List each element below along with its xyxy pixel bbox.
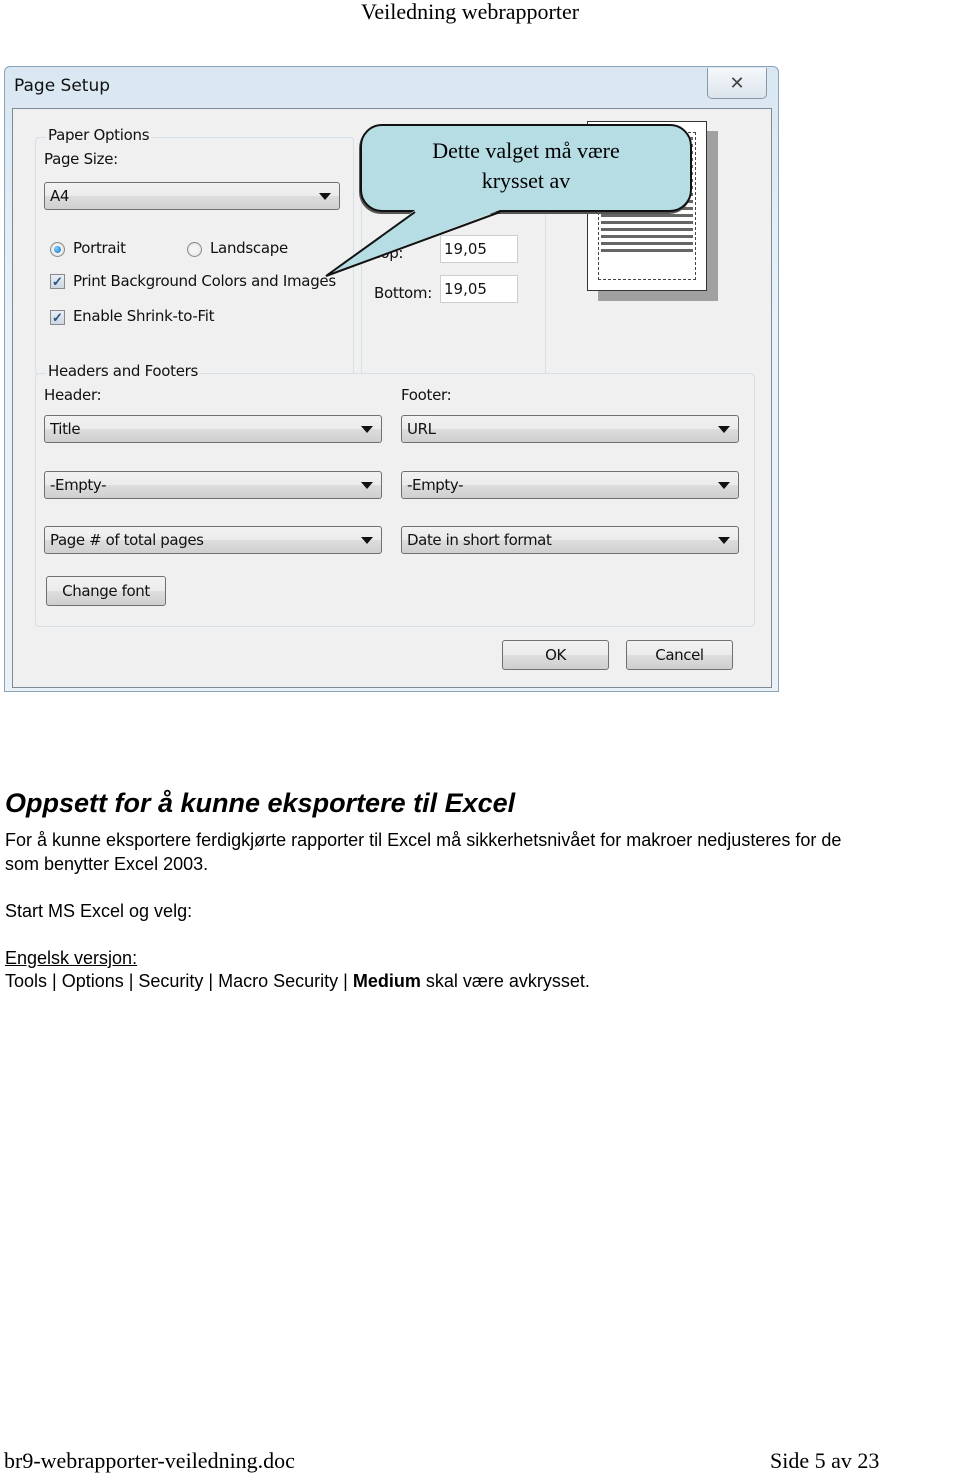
- footer-select-2-value: -Empty-: [407, 476, 464, 494]
- top-margin-input[interactable]: [440, 235, 518, 263]
- headers-footers-group: Headers and Footers Header: Footer: Titl…: [35, 362, 755, 627]
- portrait-label: Portrait: [73, 239, 126, 257]
- chevron-down-icon: [718, 482, 730, 489]
- dialog-title: Page Setup: [14, 76, 111, 96]
- paragraph-1-line-2: som benytter Excel 2003.: [5, 854, 209, 874]
- callout-line-2: krysset av: [481, 168, 571, 193]
- header-select-2-value: -Empty-: [50, 476, 107, 494]
- page-size-value: A4: [50, 187, 70, 205]
- landscape-label: Landscape: [210, 239, 288, 257]
- header-select-3[interactable]: Page # of total pages: [44, 526, 382, 554]
- checkmark-icon: ✓: [52, 310, 63, 325]
- paper-options-group: Paper Options Page Size: A4 Portrait Lan…: [35, 126, 354, 375]
- ok-button[interactable]: OK: [502, 640, 609, 670]
- menu-path-bold: Medium: [352, 971, 421, 991]
- portrait-radio[interactable]: [50, 242, 65, 257]
- page-header: Veiledning webrapporter: [360, 0, 580, 24]
- chevron-down-icon: [361, 482, 373, 489]
- paragraph-2: Start MS Excel og velg:: [5, 901, 193, 921]
- header-select-1[interactable]: Title: [44, 415, 382, 443]
- footer-select-3[interactable]: Date in short format: [401, 526, 739, 554]
- chevron-down-icon: [319, 193, 331, 200]
- chevron-down-icon: [718, 537, 730, 544]
- page-size-label: Page Size:: [44, 150, 118, 168]
- chevron-down-icon: [361, 426, 373, 433]
- cancel-button[interactable]: Cancel: [626, 640, 733, 670]
- chevron-down-icon: [361, 537, 373, 544]
- landscape-radio[interactable]: [187, 242, 202, 257]
- header-select-2[interactable]: -Empty-: [44, 471, 382, 499]
- chevron-down-icon: [718, 426, 730, 433]
- top-margin-label: Top:: [374, 244, 404, 262]
- version-label: Engelsk versjon:: [5, 948, 138, 968]
- footer-page-indicator: Side 5 av 23: [770, 1448, 880, 1473]
- menu-path-prefix: Tools | Options | Security | Macro Secur…: [5, 971, 353, 991]
- footer-label: Footer:: [401, 386, 452, 404]
- print-background-checkbox[interactable]: ✓: [50, 274, 65, 289]
- print-background-label: Print Background Colors and Images: [73, 272, 336, 290]
- footer-select-2[interactable]: -Empty-: [401, 471, 739, 499]
- footer-select-3-value: Date in short format: [407, 531, 552, 549]
- callout-annotation: Dette valget må være krysset av: [360, 124, 692, 212]
- paper-options-legend: Paper Options: [46, 126, 152, 144]
- bottom-margin-label: Bottom:: [374, 284, 432, 302]
- shrink-to-fit-label: Enable Shrink-to-Fit: [73, 307, 215, 325]
- menu-path-suffix: skal være avkrysset.: [420, 971, 590, 991]
- header-label: Header:: [44, 386, 102, 404]
- headers-footers-legend: Headers and Footers: [46, 362, 201, 380]
- change-font-button[interactable]: Change font: [46, 576, 166, 606]
- bottom-margin-input[interactable]: [440, 275, 518, 303]
- section-title: Oppsett for å kunne eksportere til Excel: [5, 788, 516, 818]
- footer-select-1-value: URL: [407, 420, 436, 438]
- page-size-select[interactable]: A4: [44, 182, 340, 210]
- close-button[interactable]: ✕: [707, 68, 767, 99]
- checkmark-icon: ✓: [52, 274, 63, 289]
- footer-filename: br9-webrapporter-veiledning.doc: [4, 1448, 295, 1473]
- shrink-to-fit-checkbox[interactable]: ✓: [50, 310, 65, 325]
- close-icon: ✕: [729, 72, 745, 93]
- callout-line-1: Dette valget må være: [432, 138, 620, 163]
- header-select-3-value: Page # of total pages: [50, 531, 204, 549]
- footer-select-1[interactable]: URL: [401, 415, 739, 443]
- menu-path: Tools | Options | Security | Macro Secur…: [5, 969, 590, 993]
- paragraph-1-line-1: For å kunne eksportere ferdigkjørte rapp…: [5, 830, 842, 850]
- header-select-1-value: Title: [50, 420, 81, 438]
